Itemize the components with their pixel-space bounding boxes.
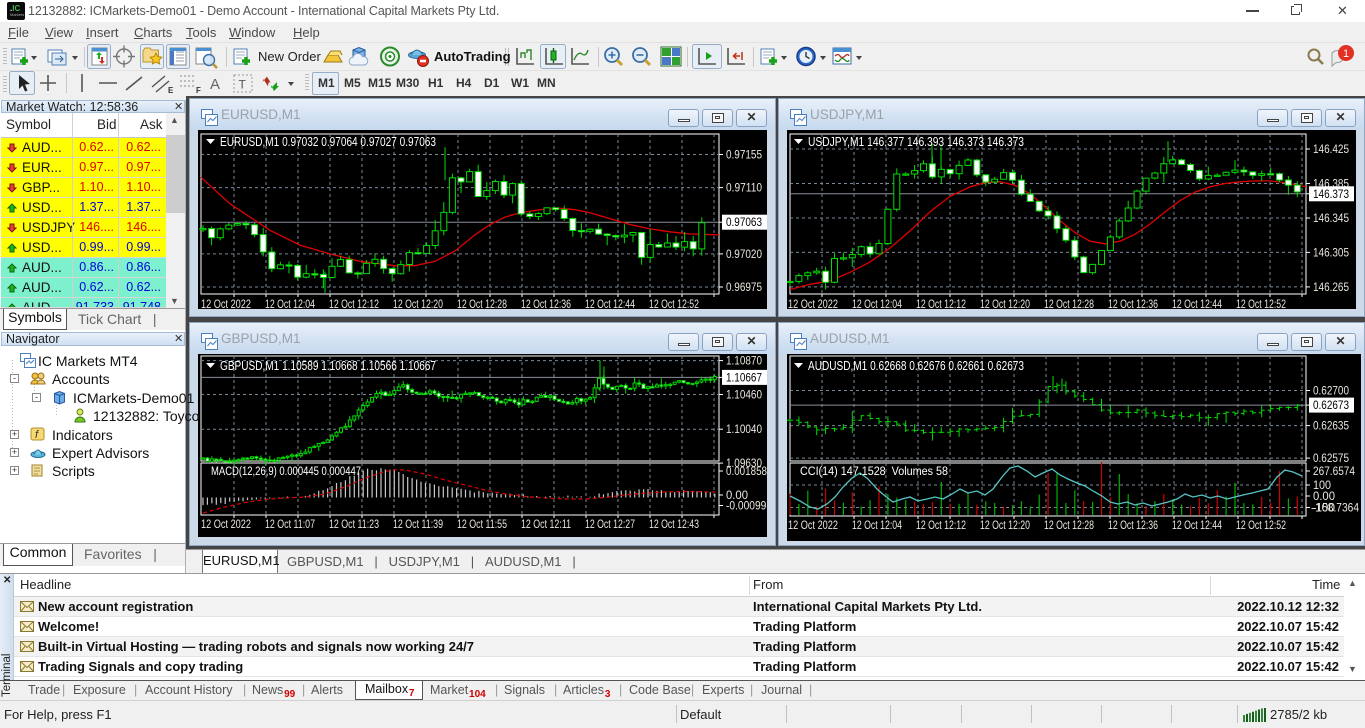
svg-text:CCI(14) 147.1528 Volumes 58: CCI(14) 147.1528 Volumes 58 bbox=[800, 466, 948, 478]
svg-text:146.265: 146.265 bbox=[1313, 282, 1349, 294]
svg-text:267.6574: 267.6574 bbox=[1313, 466, 1356, 478]
svg-text:12 Oct 12:52: 12 Oct 12:52 bbox=[1236, 520, 1286, 532]
svg-text:12 Oct 12:20: 12 Oct 12:20 bbox=[980, 299, 1030, 309]
svg-text:12 Oct 12:43: 12 Oct 12:43 bbox=[649, 519, 699, 531]
svg-text:MACD(12,26,9) 0.000445 0.00044: MACD(12,26,9) 0.000445 0.000447 bbox=[211, 466, 361, 478]
svg-text:12 Oct 2022: 12 Oct 2022 bbox=[201, 519, 251, 531]
svg-text:AUDUSD,M1 0.62668 0.62676 0.6: AUDUSD,M1 0.62668 0.62676 0.62661 0.6267… bbox=[808, 359, 1024, 373]
svg-text:USDJPY,M1 146.377 146.393 146: USDJPY,M1 146.377 146.393 146.373 146.37… bbox=[808, 135, 1024, 149]
svg-text:1.10667: 1.10667 bbox=[726, 372, 762, 384]
svg-text:1.10040: 1.10040 bbox=[726, 424, 762, 436]
svg-text:12 Oct 12:36: 12 Oct 12:36 bbox=[521, 299, 571, 309]
svg-text:146.425: 146.425 bbox=[1313, 144, 1349, 156]
svg-text:12 Oct 2022: 12 Oct 2022 bbox=[788, 520, 838, 532]
svg-text:0.97110: 0.97110 bbox=[726, 183, 762, 195]
svg-text:A: A bbox=[210, 76, 220, 93]
svg-text:0.96975: 0.96975 bbox=[726, 282, 762, 294]
svg-text:12 Oct 12:44: 12 Oct 12:44 bbox=[1172, 520, 1222, 532]
svg-text:146.345: 146.345 bbox=[1313, 213, 1349, 225]
svg-text:146.305: 146.305 bbox=[1313, 247, 1349, 259]
svg-text:F: F bbox=[196, 86, 201, 95]
svg-text:12 Oct 12:28: 12 Oct 12:28 bbox=[457, 299, 507, 309]
svg-text:12 Oct 12:44: 12 Oct 12:44 bbox=[585, 299, 635, 309]
svg-text:12 Oct 12:04: 12 Oct 12:04 bbox=[852, 520, 902, 532]
svg-text:12 Oct 12:36: 12 Oct 12:36 bbox=[1108, 299, 1158, 309]
svg-text:12 Oct 12:44: 12 Oct 12:44 bbox=[1172, 299, 1222, 309]
svg-text:12 Oct 11:07: 12 Oct 11:07 bbox=[265, 519, 315, 531]
svg-text:-100: -100 bbox=[1311, 503, 1335, 515]
svg-text:1.10460: 1.10460 bbox=[726, 390, 762, 402]
svg-text:EURUSD,M1 0.97032 0.97064 0.9: EURUSD,M1 0.97032 0.97064 0.97027 0.9706… bbox=[220, 135, 436, 149]
svg-text:1.10870: 1.10870 bbox=[726, 356, 762, 368]
svg-text:0.97063: 0.97063 bbox=[726, 217, 762, 229]
svg-text:0.97155: 0.97155 bbox=[726, 150, 762, 162]
svg-text:-0.000998: -0.000998 bbox=[726, 501, 767, 513]
svg-text:12 Oct 12:12: 12 Oct 12:12 bbox=[916, 520, 966, 532]
svg-text:146.373: 146.373 bbox=[1313, 189, 1349, 201]
svg-text:12 Oct 12:28: 12 Oct 12:28 bbox=[1044, 520, 1094, 532]
svg-text:12 Oct 2022: 12 Oct 2022 bbox=[788, 299, 838, 309]
svg-text:0.97020: 0.97020 bbox=[726, 249, 762, 261]
svg-text:12 Oct 12:12: 12 Oct 12:12 bbox=[329, 299, 379, 309]
svg-text:12 Oct 11:23: 12 Oct 11:23 bbox=[329, 519, 379, 531]
svg-text:12 Oct 2022: 12 Oct 2022 bbox=[201, 299, 251, 309]
svg-text:12 Oct 12:52: 12 Oct 12:52 bbox=[1236, 299, 1286, 309]
svg-text:12 Oct 12:52: 12 Oct 12:52 bbox=[649, 299, 699, 309]
svg-text:12 Oct 12:11: 12 Oct 12:11 bbox=[521, 519, 571, 531]
svg-text:12 Oct 12:28: 12 Oct 12:28 bbox=[1044, 299, 1094, 309]
svg-text:0.62673: 0.62673 bbox=[1313, 400, 1349, 412]
svg-text:12 Oct 12:36: 12 Oct 12:36 bbox=[1108, 520, 1158, 532]
svg-text:12 Oct 12:04: 12 Oct 12:04 bbox=[852, 299, 902, 309]
svg-text:0.00: 0.00 bbox=[1313, 491, 1335, 503]
svg-text:12 Oct 11:55: 12 Oct 11:55 bbox=[457, 519, 507, 531]
svg-text:T: T bbox=[239, 78, 247, 92]
svg-text:0.62575: 0.62575 bbox=[1313, 453, 1349, 465]
svg-text:0.62635: 0.62635 bbox=[1313, 421, 1349, 433]
svg-text:0.001858: 0.001858 bbox=[726, 466, 767, 478]
svg-text:GBPUSD,M1 1.10589 1.10668 1.1: GBPUSD,M1 1.10589 1.10668 1.10566 1.1066… bbox=[220, 359, 436, 373]
svg-text:12 Oct 12:27: 12 Oct 12:27 bbox=[585, 519, 635, 531]
svg-text:12 Oct 12:20: 12 Oct 12:20 bbox=[980, 520, 1030, 532]
svg-text:12 Oct 12:04: 12 Oct 12:04 bbox=[265, 299, 315, 309]
svg-text:1: 1 bbox=[1343, 48, 1349, 60]
svg-text:12 Oct 11:39: 12 Oct 11:39 bbox=[393, 519, 443, 531]
svg-text:E: E bbox=[168, 86, 174, 95]
svg-text:12 Oct 12:12: 12 Oct 12:12 bbox=[916, 299, 966, 309]
svg-text:0.62700: 0.62700 bbox=[1313, 386, 1349, 398]
svg-text:12 Oct 12:20: 12 Oct 12:20 bbox=[393, 299, 443, 309]
